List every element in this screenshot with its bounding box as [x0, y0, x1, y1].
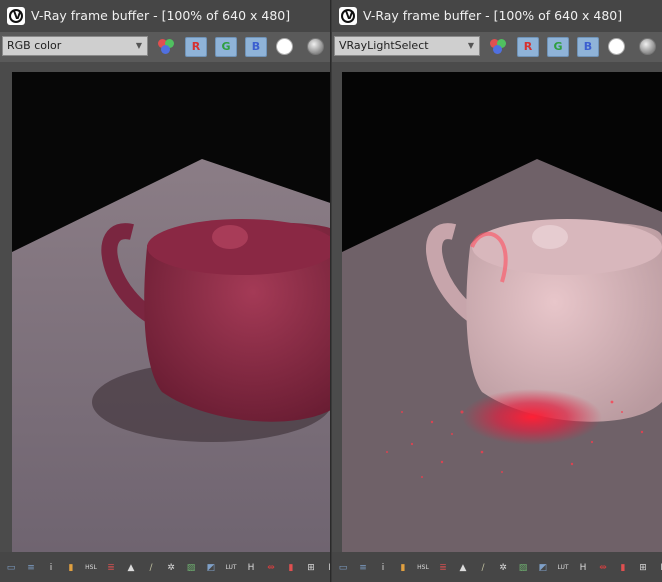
channel-dropdown[interactable]: RGB color ▼: [2, 36, 148, 56]
lens-effects-icon[interactable]: ⊞: [636, 561, 650, 575]
h-icon[interactable]: H: [244, 561, 258, 575]
levels-icon[interactable]: ▮: [396, 561, 410, 575]
mono-view-button[interactable]: [276, 38, 293, 55]
levels-icon[interactable]: ▮: [64, 561, 78, 575]
green-channel-button[interactable]: G: [215, 37, 237, 57]
chevron-down-icon: ▼: [467, 41, 474, 50]
toolbar: VRayLightSelect ▼ R G B: [332, 32, 662, 62]
lut-icon[interactable]: LUT: [224, 561, 238, 575]
f-icon[interactable]: F: [324, 561, 330, 575]
vfb-window-right: V V-Ray frame buffer - [100% of 640 x 48…: [332, 0, 662, 582]
info-icon[interactable]: i: [376, 561, 390, 575]
rgb-channels-icon[interactable]: [155, 37, 177, 57]
blue-channel-button[interactable]: B: [577, 37, 599, 57]
green-channel-button[interactable]: G: [547, 37, 569, 57]
rendered-image: [12, 72, 330, 552]
window-title: V-Ray frame buffer - [100% of 640 x 480]: [363, 8, 623, 23]
blue-channel-button[interactable]: B: [245, 37, 267, 57]
histogram-icon[interactable]: ▲: [124, 561, 138, 575]
bars-icon[interactable]: ▮: [284, 561, 298, 575]
f-icon[interactable]: F: [656, 561, 662, 575]
hsl-icon[interactable]: HSL: [416, 561, 430, 575]
lut-curve-icon[interactable]: ◩: [536, 561, 550, 575]
render-viewport[interactable]: [332, 62, 662, 552]
red-channel-button[interactable]: R: [517, 37, 539, 57]
color-balance-icon[interactable]: ≣: [104, 561, 118, 575]
title-bar[interactable]: V V-Ray frame buffer - [100% of 640 x 48…: [0, 0, 330, 32]
compare-icon[interactable]: ⇹: [264, 561, 278, 575]
title-bar[interactable]: V V-Ray frame buffer - [100% of 640 x 48…: [332, 0, 662, 32]
folder-icon[interactable]: ▭: [4, 561, 18, 575]
channel-dropdown-value: VRayLightSelect: [339, 39, 429, 52]
rendered-image: [342, 72, 662, 552]
bars-icon[interactable]: ▮: [616, 561, 630, 575]
lens-effects-icon[interactable]: ⊞: [304, 561, 318, 575]
chevron-down-icon: ▼: [135, 41, 142, 50]
h-icon[interactable]: H: [576, 561, 590, 575]
folder-icon[interactable]: ▭: [336, 561, 350, 575]
histogram-icon[interactable]: ▲: [456, 561, 470, 575]
window-title: V-Ray frame buffer - [100% of 640 x 480]: [31, 8, 291, 23]
background-icon[interactable]: ▨: [184, 561, 198, 575]
compare-icon[interactable]: ⇹: [596, 561, 610, 575]
hsl-icon[interactable]: HSL: [84, 561, 98, 575]
exposure-icon[interactable]: ✲: [164, 561, 178, 575]
background-icon[interactable]: ▨: [516, 561, 530, 575]
history-icon[interactable]: ≡: [24, 561, 38, 575]
vray-logo-icon: V: [7, 7, 25, 25]
channel-dropdown[interactable]: VRayLightSelect ▼: [334, 36, 480, 56]
status-bar: ▭ ≡ i ▮ HSL ≣ ▲ ∕ ✲ ▨ ◩ LUT H ⇹ ▮ ⊞ F: [332, 552, 662, 582]
vfb-window-left: V V-Ray frame buffer - [100% of 640 x 48…: [0, 0, 331, 582]
rgb-channels-icon[interactable]: [487, 37, 509, 57]
status-bar: ▭ ≡ i ▮ HSL ≣ ▲ ∕ ✲ ▨ ◩ LUT H ⇹ ▮ ⊞ F: [0, 552, 330, 582]
alpha-view-button[interactable]: [307, 38, 324, 55]
info-icon[interactable]: i: [44, 561, 58, 575]
mono-view-button[interactable]: [608, 38, 625, 55]
color-balance-icon[interactable]: ≣: [436, 561, 450, 575]
lut-icon[interactable]: LUT: [556, 561, 570, 575]
curve-icon[interactable]: ∕: [144, 561, 158, 575]
lut-curve-icon[interactable]: ◩: [204, 561, 218, 575]
curve-icon[interactable]: ∕: [476, 561, 490, 575]
render-viewport[interactable]: [0, 62, 330, 552]
red-channel-button[interactable]: R: [185, 37, 207, 57]
exposure-icon[interactable]: ✲: [496, 561, 510, 575]
vray-logo-icon: V: [339, 7, 357, 25]
history-icon[interactable]: ≡: [356, 561, 370, 575]
alpha-view-button[interactable]: [639, 38, 656, 55]
toolbar: RGB color ▼ R G B: [0, 32, 330, 62]
channel-dropdown-value: RGB color: [7, 39, 62, 52]
